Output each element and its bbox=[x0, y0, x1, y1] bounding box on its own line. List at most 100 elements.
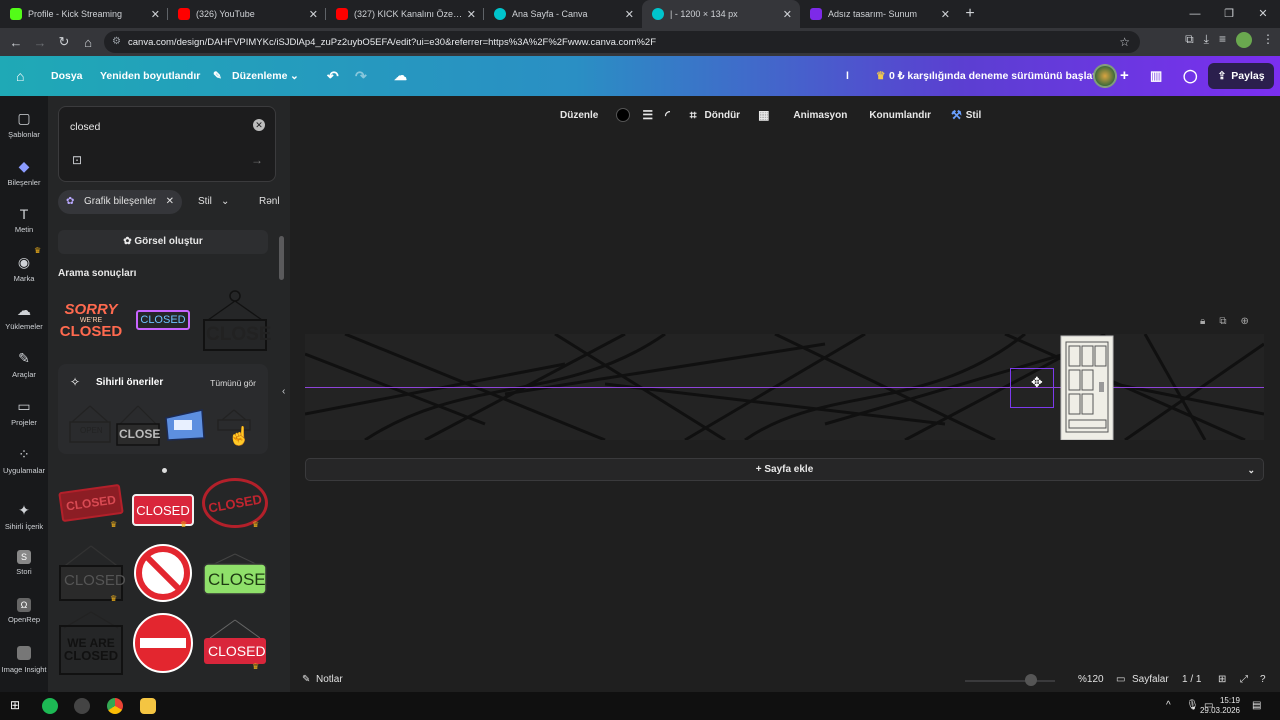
lock-icon[interactable]: 🔒︎ bbox=[1200, 316, 1205, 327]
rail-item-tools[interactable]: ✎ Araçlar bbox=[0, 350, 48, 379]
edit-mode-menu[interactable]: Düzenleme bbox=[232, 70, 287, 82]
browser-tab[interactable]: Adsız tasarım- Sunum ✕ bbox=[800, 0, 958, 28]
submit-arrow-icon[interactable]: → bbox=[251, 153, 263, 167]
remove-chip-icon[interactable]: ✕ bbox=[166, 190, 174, 214]
style-filter[interactable]: Stil bbox=[198, 190, 212, 214]
zoom-slider[interactable] bbox=[965, 680, 1055, 682]
style-button[interactable]: Stil bbox=[966, 110, 982, 121]
bookmark-star-icon[interactable]: ☆ bbox=[1119, 35, 1130, 49]
system-clock[interactable]: 15:19 29.03.2026 bbox=[1200, 696, 1240, 716]
search-box[interactable]: closed ✕ ⊡ → bbox=[58, 106, 276, 182]
result-we-are-closed[interactable]: WE ARE CLOSED bbox=[58, 610, 124, 676]
browser-tab[interactable]: (326) YouTube ✕ bbox=[168, 0, 326, 28]
result-sorry-closed[interactable]: SORRY WE'RE CLOSED bbox=[58, 292, 124, 348]
close-tab-icon[interactable]: ✕ bbox=[941, 8, 950, 21]
close-window-icon[interactable]: ✕ bbox=[1246, 0, 1280, 28]
zoom-slider-knob[interactable] bbox=[1025, 674, 1037, 686]
chrome-icon[interactable] bbox=[107, 698, 123, 714]
profile-avatar[interactable] bbox=[1236, 32, 1252, 48]
generate-image-button[interactable]: ✿ Görsel oluştur bbox=[58, 230, 268, 254]
result-closed-stamp[interactable]: CLOSED bbox=[58, 483, 124, 523]
browser-tab[interactable]: Ana Sayfa - Canva ✕ bbox=[484, 0, 642, 28]
rail-item-projects[interactable]: ▭ Projeler bbox=[0, 398, 48, 427]
transparency-icon[interactable]: ▦ bbox=[758, 108, 769, 122]
clear-search-icon[interactable]: ✕ bbox=[253, 119, 265, 131]
spotify-icon[interactable] bbox=[42, 698, 58, 714]
chevron-down-icon[interactable]: ⌄ bbox=[1247, 459, 1255, 481]
animate-button[interactable]: Animasyon bbox=[793, 110, 847, 121]
obs-icon[interactable] bbox=[74, 698, 90, 714]
cloud-save-icon[interactable]: ☁ bbox=[394, 68, 407, 84]
rail-item-apps[interactable]: ⁘ Uygulamalar bbox=[0, 446, 48, 475]
windows-start-icon[interactable]: ⊞ bbox=[10, 698, 26, 714]
rail-item-magic[interactable]: ✦ Sihirli İçerik bbox=[0, 502, 48, 531]
rail-item-text[interactable]: T Metin bbox=[0, 206, 48, 234]
result-red-no-entry[interactable] bbox=[132, 612, 194, 674]
grid-view-icon[interactable]: ⊞ bbox=[1218, 674, 1226, 685]
file-explorer-icon[interactable] bbox=[140, 698, 156, 714]
add-page-icon[interactable]: ⊕ bbox=[1240, 316, 1248, 327]
address-bar[interactable]: ⚙ canva.com/design/DAHFVPIMYKc/iSJDlAp4_… bbox=[104, 31, 1140, 53]
user-avatar[interactable] bbox=[1093, 64, 1117, 88]
close-tab-icon[interactable]: ✕ bbox=[467, 8, 476, 21]
pages-button[interactable]: Sayfalar bbox=[1132, 674, 1169, 685]
insights-chart-icon[interactable]: ▥ bbox=[1150, 68, 1162, 84]
start-trial-button[interactable]: 0 ₺ karşılığında deneme sürümünü başlat bbox=[889, 70, 1096, 82]
rail-item-stori[interactable]: S Stori bbox=[0, 550, 48, 576]
position-button[interactable]: Konumlandır bbox=[869, 110, 931, 121]
search-input[interactable]: closed bbox=[70, 121, 100, 133]
suggestion-close-sign[interactable]: CLOSE bbox=[116, 404, 160, 446]
new-tab-button[interactable]: + bbox=[958, 0, 982, 28]
resize-button[interactable]: Yeniden boyutlandır bbox=[100, 70, 200, 82]
result-neon-closed[interactable]: CLOSED bbox=[136, 310, 190, 330]
door-graphic[interactable] bbox=[1059, 334, 1115, 440]
forward-icon[interactable]: → bbox=[28, 35, 52, 50]
result-no-entry-sign[interactable] bbox=[132, 542, 194, 604]
suggestion-small-sign[interactable]: ☝ bbox=[214, 406, 254, 446]
rail-item-image-insight[interactable]: Image Insight bbox=[0, 646, 48, 674]
help-icon[interactable]: ? bbox=[1260, 674, 1266, 685]
see-all-link[interactable]: Tümünü gör bbox=[210, 378, 256, 388]
result-hanging-close[interactable]: CLOSE bbox=[202, 290, 271, 352]
border-style-icon[interactable]: ☰ bbox=[642, 108, 653, 122]
result-dark-closed-sign[interactable]: CLOSED bbox=[58, 542, 126, 602]
fullscreen-icon[interactable]: ⤢ bbox=[1240, 674, 1248, 685]
menu-kebab-icon[interactable]: ⋮ bbox=[1262, 32, 1274, 48]
undo-icon[interactable]: ↶ bbox=[327, 68, 339, 85]
reading-list-icon[interactable]: ≡ bbox=[1219, 32, 1226, 48]
crop-icon[interactable]: ⌗ bbox=[690, 108, 697, 123]
microphone-icon[interactable]: 🎙︎ bbox=[1186, 700, 1199, 711]
paint-roller-icon[interactable]: ⚒ bbox=[951, 108, 962, 122]
rail-item-openrep[interactable]: Ω OpenRep bbox=[0, 598, 48, 624]
close-tab-icon[interactable]: ✕ bbox=[309, 8, 318, 21]
rail-item-uploads[interactable]: ☁ Yüklemeler bbox=[0, 302, 48, 331]
result-red-hanging-closed[interactable]: CLOSED bbox=[202, 618, 268, 668]
move-handle-icon[interactable]: ✥ bbox=[1031, 374, 1043, 391]
add-collaborator-icon[interactable]: + bbox=[1120, 67, 1129, 84]
comment-icon[interactable]: ◯ bbox=[1183, 68, 1198, 84]
rotate-button[interactable]: Döndür bbox=[705, 110, 741, 121]
corner-rounding-icon[interactable]: ◜ bbox=[665, 108, 670, 122]
close-tab-icon[interactable]: ✕ bbox=[151, 8, 160, 21]
restore-icon[interactable]: ❐ bbox=[1212, 0, 1246, 28]
redo-icon[interactable]: ↷ bbox=[355, 68, 367, 85]
back-icon[interactable]: ← bbox=[4, 35, 28, 50]
tray-chevron-icon[interactable]: ^ bbox=[1166, 700, 1171, 711]
minimize-icon[interactable]: — bbox=[1178, 0, 1212, 28]
collapse-panel-icon[interactable]: ‹ bbox=[282, 386, 285, 397]
rail-item-elements[interactable]: ◆ Bileşenler bbox=[0, 158, 48, 187]
home-icon[interactable]: ⌂ bbox=[76, 35, 100, 50]
close-tab-icon[interactable]: ✕ bbox=[783, 8, 792, 21]
color-swatch[interactable] bbox=[616, 108, 631, 122]
color-filter[interactable]: Rənl bbox=[259, 190, 280, 214]
rail-item-brand[interactable]: ◉ Marka bbox=[0, 254, 48, 283]
rail-item-templates[interactable]: ▢ Şablonlar bbox=[0, 110, 48, 139]
filter-chip-graphics[interactable]: ✿ Grafik bileşenler ✕ bbox=[58, 190, 182, 214]
carousel-dot[interactable] bbox=[162, 468, 167, 473]
site-info-icon[interactable]: ⚙ bbox=[112, 36, 121, 47]
zoom-level[interactable]: %120 bbox=[1078, 674, 1104, 685]
browser-tab[interactable]: Profile - Kick Streaming ✕ bbox=[0, 0, 168, 28]
image-search-icon[interactable]: ⊡ bbox=[72, 153, 82, 167]
extensions-icon[interactable]: ⧉ bbox=[1185, 32, 1194, 48]
notes-icon[interactable]: ✎ bbox=[302, 674, 310, 685]
